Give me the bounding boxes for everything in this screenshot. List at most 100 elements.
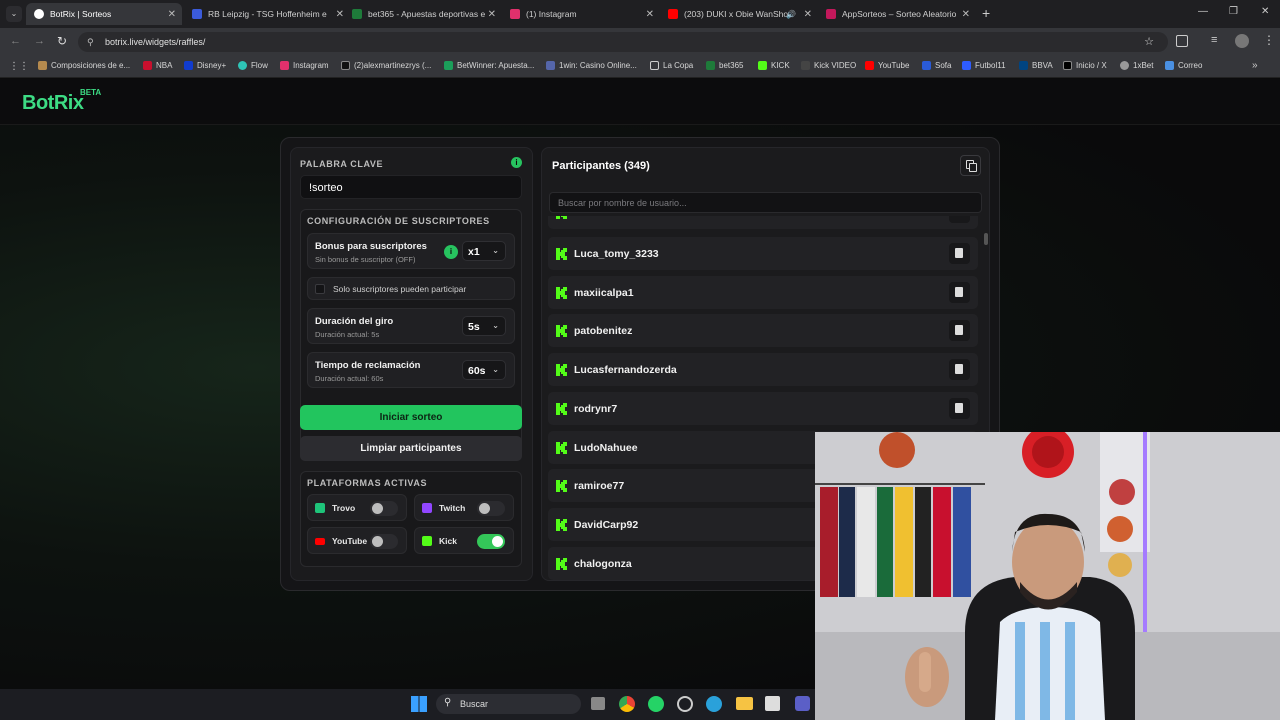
kick-toggle[interactable] xyxy=(477,534,505,549)
delete-button[interactable] xyxy=(949,243,970,264)
bookmark-item[interactable]: BBVA xyxy=(1019,61,1053,70)
app-taskbar-icon[interactable] xyxy=(795,696,810,711)
info-icon[interactable]: i xyxy=(444,245,458,259)
windows-start-icon[interactable] xyxy=(411,696,427,712)
bookmark-item[interactable]: Disney+ xyxy=(184,61,226,70)
task-view-icon[interactable] xyxy=(591,697,605,710)
keyword-input[interactable]: !sorteo xyxy=(300,175,522,199)
bookmark-item[interactable]: (2)alexmartinezrys (... xyxy=(341,61,431,70)
start-raffle-button[interactable]: Iniciar sorteo xyxy=(300,405,522,430)
close-tab-icon[interactable]: ✕ xyxy=(488,9,496,20)
media-control-icon[interactable]: ≡ xyxy=(1211,34,1217,46)
delete-button[interactable] xyxy=(949,282,970,303)
only-subscribers-row[interactable]: Solo suscriptores pueden participar xyxy=(307,277,515,300)
delete-button[interactable] xyxy=(949,398,970,419)
bookmark-item[interactable]: 1xBet xyxy=(1120,61,1153,70)
only-subscribers-checkbox[interactable] xyxy=(315,284,325,294)
taskbar-search-input[interactable]: ⚲ Buscar xyxy=(436,694,581,714)
forward-icon[interactable]: → xyxy=(34,35,45,47)
bookmark-item[interactable]: La Copa xyxy=(650,61,693,70)
bookmark-item[interactable]: Kick VIDEO xyxy=(801,61,856,70)
toggle-knob xyxy=(372,536,383,547)
tab-botrix[interactable]: BotRix | Sorteos ✕ xyxy=(26,3,182,25)
back-icon[interactable]: ← xyxy=(10,35,21,47)
close-tab-icon[interactable]: ✕ xyxy=(168,9,176,20)
bookmark-item[interactable]: Inicio / X xyxy=(1063,61,1107,70)
claim-time-select[interactable]: 60s ⌄ xyxy=(462,360,506,380)
bookmark-item[interactable]: Futbol11 xyxy=(962,61,1006,70)
bookmark-item[interactable]: BetWinner: Apuesta... xyxy=(444,61,534,70)
bookmark-item[interactable]: Sofa xyxy=(922,61,951,70)
tab-search-button[interactable]: ⌄ xyxy=(6,6,22,22)
platform-name: Twitch xyxy=(439,503,466,513)
extensions-icon[interactable] xyxy=(1176,35,1188,47)
bookmark-item[interactable]: Flow xyxy=(238,61,268,70)
chevron-down-icon: ⌄ xyxy=(492,321,499,330)
youtube-toggle[interactable] xyxy=(370,534,398,549)
menu-icon[interactable]: ⋮ xyxy=(1263,33,1275,47)
file-explorer-icon[interactable] xyxy=(736,697,753,710)
tab-bet365[interactable]: bet365 - Apuestas deportivas e ✕ xyxy=(344,3,502,25)
reload-icon[interactable]: ↻ xyxy=(57,34,67,48)
beta-badge: BETA xyxy=(80,88,102,97)
bookmark-item[interactable]: Instagram xyxy=(280,61,329,70)
trovo-icon xyxy=(315,503,325,513)
tab-instagram[interactable]: (1) Instagram ✕ xyxy=(502,3,660,25)
spin-duration-select[interactable]: 5s ⌄ xyxy=(462,316,506,336)
delete-button[interactable] xyxy=(949,216,970,223)
bookmark-item[interactable]: bet365 xyxy=(706,61,743,70)
apps-grid-icon[interactable]: ⋮⋮ xyxy=(9,61,29,72)
url-input[interactable]: ⚲ botrix.live/widgets/raffles/ ☆ xyxy=(78,32,1168,52)
kick-video-icon xyxy=(801,61,810,70)
whatsapp-taskbar-icon[interactable] xyxy=(648,696,664,712)
tab-title: RB Leipzig - TSG Hoffenheim e xyxy=(208,9,327,19)
close-tab-icon[interactable]: ✕ xyxy=(804,9,812,20)
bookmark-star-icon[interactable]: ☆ xyxy=(1144,32,1154,52)
restore-icon[interactable]: ❐ xyxy=(1229,6,1238,17)
bookmark-item[interactable]: NBA xyxy=(143,61,172,70)
minimize-icon[interactable]: — xyxy=(1198,6,1208,17)
bookmark-item[interactable]: 1win: Casino Online... xyxy=(546,61,637,70)
tab-title: AppSorteos – Sorteo Aleatorio xyxy=(842,9,957,19)
trovo-toggle[interactable] xyxy=(370,501,398,516)
app-taskbar-icon[interactable] xyxy=(765,696,780,711)
instagram-icon xyxy=(280,61,289,70)
close-window-icon[interactable]: ✕ xyxy=(1261,6,1269,17)
tab-rb-leipzig[interactable]: RB Leipzig - TSG Hoffenheim e ✕ xyxy=(184,3,350,25)
list-scrollbar[interactable] xyxy=(984,233,988,245)
delete-button[interactable] xyxy=(949,320,970,341)
platform-name: Trovo xyxy=(332,503,356,513)
bookmark-item[interactable]: KICK xyxy=(758,61,790,70)
bookmark-item[interactable]: Correo xyxy=(1165,61,1202,70)
twitch-toggle[interactable] xyxy=(477,501,505,516)
close-tab-icon[interactable]: ✕ xyxy=(962,9,970,20)
clear-participants-button[interactable]: Limpiar participantes xyxy=(300,436,522,461)
youtube-favicon-icon xyxy=(668,9,678,19)
new-tab-icon[interactable]: + xyxy=(982,5,990,21)
copy-icon[interactable] xyxy=(960,155,981,176)
botrix-logo[interactable]: BotRix xyxy=(22,92,84,115)
close-tab-icon[interactable]: ✕ xyxy=(336,9,344,20)
app-taskbar-icon[interactable] xyxy=(677,696,693,712)
bookmark-item[interactable]: Composiciones de e... xyxy=(38,61,130,70)
delete-button[interactable] xyxy=(949,359,970,380)
kick-icon xyxy=(556,480,567,492)
tab-appsorteos[interactable]: AppSorteos – Sorteo Aleatorio ✕ xyxy=(818,3,976,25)
claim-time-title: Tiempo de reclamación xyxy=(315,360,421,371)
subscriber-config-title: CONFIGURACIÓN DE SUSCRIPTORES xyxy=(307,216,490,226)
bookmark-item[interactable]: YouTube xyxy=(865,61,909,70)
profile-avatar-icon[interactable] xyxy=(1235,34,1249,48)
kick-icon xyxy=(422,536,432,546)
url-text: botrix.live/widgets/raffles/ xyxy=(105,37,206,47)
claim-time-value: 60s xyxy=(468,365,486,377)
telegram-taskbar-icon[interactable] xyxy=(706,696,722,712)
more-bookmarks-icon[interactable]: » xyxy=(1252,60,1258,71)
bonus-multiplier-select[interactable]: x1 ⌄ xyxy=(462,241,506,261)
tab-youtube-duki[interactable]: (203) DUKI x Obie WanShot 🔊 ✕ xyxy=(660,3,818,25)
webcam-overlay xyxy=(815,432,1280,720)
site-info-icon[interactable]: ⚲ xyxy=(87,32,94,52)
info-icon[interactable]: i xyxy=(511,157,522,168)
chrome-taskbar-icon[interactable] xyxy=(619,696,635,712)
participant-search-input[interactable]: Buscar por nombre de usuario... xyxy=(549,192,982,213)
close-tab-icon[interactable]: ✕ xyxy=(646,9,654,20)
